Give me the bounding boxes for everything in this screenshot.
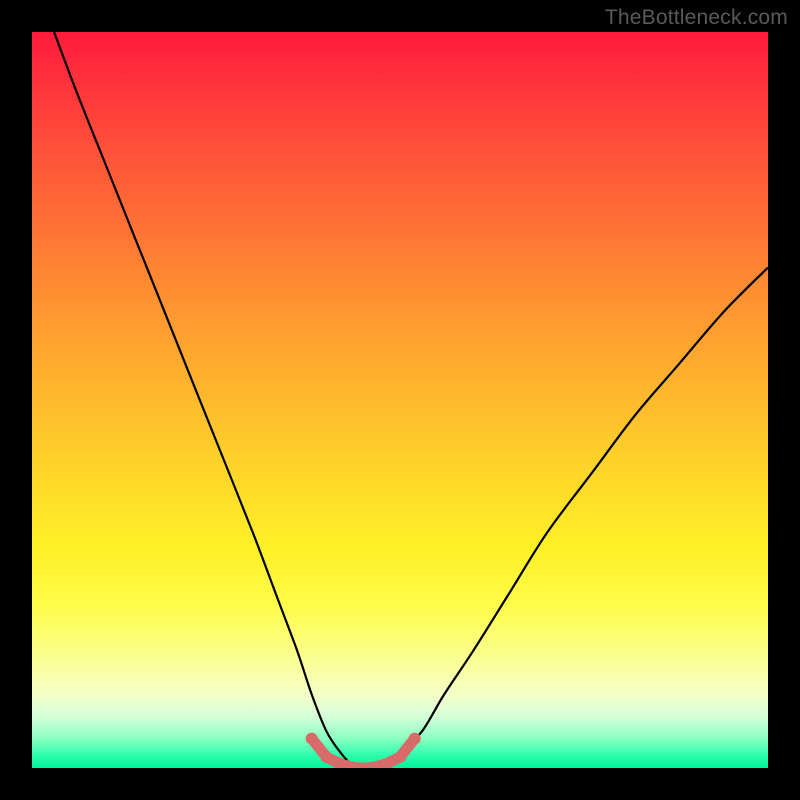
marker-dot [409, 733, 421, 745]
chart-stage: TheBottleneck.com [0, 0, 800, 800]
chart-svg [32, 32, 768, 768]
plot-area [32, 32, 768, 768]
bottleneck-curve [54, 32, 768, 768]
marker-dot [394, 751, 406, 763]
marker-dot [320, 751, 332, 763]
marker-dot [306, 733, 318, 745]
watermark-text: TheBottleneck.com [605, 6, 788, 30]
